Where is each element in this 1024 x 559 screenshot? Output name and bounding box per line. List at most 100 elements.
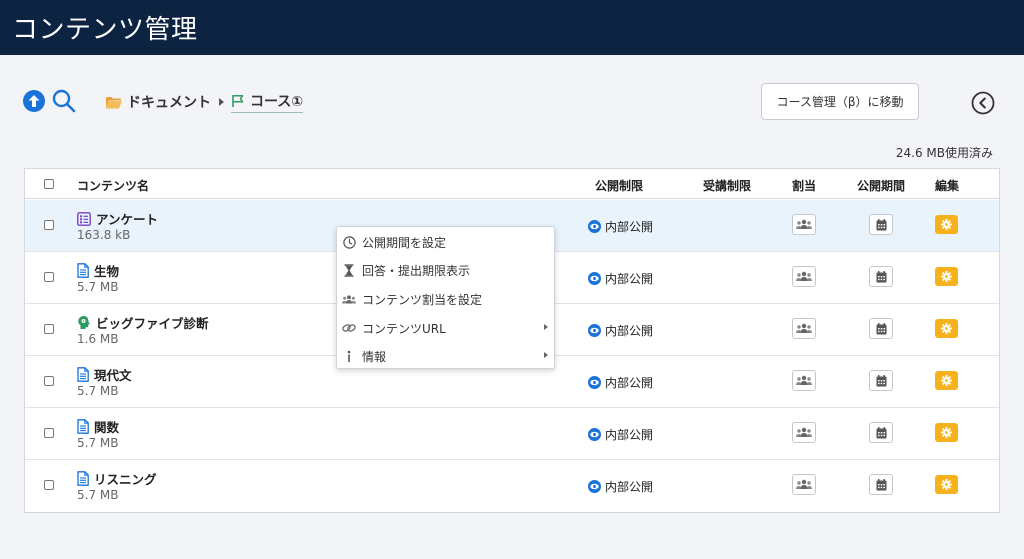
publish-status[interactable]: 内部公開 [588,374,653,391]
app-header: コンテンツ管理 [0,0,1024,55]
period-button[interactable] [869,370,893,391]
storage-usage: 24.6 MB使用済み [895,146,993,160]
breadcrumb-separator-icon [219,98,224,106]
gear-icon [941,219,952,230]
assign-button[interactable] [792,266,816,287]
eye-icon [588,376,601,389]
menu-item-info[interactable]: 情報 [337,342,554,371]
row-checkbox[interactable] [44,324,54,334]
table-row[interactable]: リスニング 5.7 MB 内部公開 [25,460,999,512]
period-button[interactable] [869,474,893,495]
edit-button[interactable] [935,215,958,234]
users-icon [796,479,812,489]
calendar-icon [876,426,886,438]
document-icon [77,471,89,486]
row-checkbox[interactable] [44,480,54,490]
edit-button[interactable] [935,475,958,494]
row-checkbox[interactable] [44,272,54,282]
breadcrumb-item-documents[interactable]: ドキュメント [106,92,211,112]
link-icon [342,321,356,335]
column-header-assign: 割当 [792,179,817,193]
assign-button[interactable] [792,474,816,495]
content-name[interactable]: アンケート [77,209,158,228]
collapse-button[interactable] [971,91,995,115]
search-icon [52,89,76,113]
menu-item-label: コンテンツ割当を設定 [362,292,483,307]
publish-status-label: 内部公開 [605,220,654,234]
content-name-label: アンケート [96,212,159,227]
move-to-course-admin-button[interactable]: コース管理（β）に移動 [761,83,919,120]
upload-button[interactable] [22,89,46,113]
gear-icon [941,323,952,334]
calendar-icon [876,270,886,282]
chevron-left-circle-icon [971,91,995,115]
publish-status-label: 内部公開 [605,272,654,286]
content-size: 1.6 MB [77,332,119,346]
publish-status[interactable]: 内部公開 [588,218,653,235]
publish-status-label: 内部公開 [605,428,654,442]
assign-button[interactable] [792,214,816,235]
publish-status-label: 内部公開 [605,376,654,390]
search-button[interactable] [51,88,77,114]
content-name[interactable]: 関数 [77,417,119,436]
edit-button[interactable] [935,371,958,390]
users-icon [342,292,356,306]
menu-item-set-publish-period[interactable]: 公開期間を設定 [337,228,554,257]
period-button[interactable] [869,214,893,235]
column-header-name[interactable]: コンテンツ名 [77,177,149,194]
content-name[interactable]: 生物 [77,261,119,280]
flag-icon [232,95,244,107]
assign-button[interactable] [792,318,816,339]
column-header-publish[interactable]: 公開制限 [595,177,643,194]
row-checkbox[interactable] [44,220,54,230]
table-row[interactable]: 関数 5.7 MB 内部公開 [25,408,999,460]
menu-item-content-url[interactable]: コンテンツURL [337,314,554,343]
publish-status-label: 内部公開 [605,480,654,494]
period-button[interactable] [869,422,893,443]
row-checkbox[interactable] [44,428,54,438]
content-name[interactable]: ビッグファイブ診断 [77,313,209,332]
document-icon [77,263,89,278]
context-menu: 公開期間を設定 回答・提出期限表示 コンテンツ割当を設定 コンテンツURL 情報 [336,226,555,369]
submenu-arrow-icon [544,323,548,330]
publish-status[interactable]: 内部公開 [588,270,653,287]
breadcrumb-item-course[interactable]: コース① [231,91,304,113]
period-button[interactable] [869,318,893,339]
calendar-icon [876,478,886,490]
breadcrumb: ドキュメント コース① [106,90,304,114]
edit-button[interactable] [935,319,958,338]
folder-icon [106,96,122,108]
content-name-label: 現代文 [94,368,132,383]
publish-status[interactable]: 内部公開 [588,322,653,339]
row-checkbox[interactable] [44,376,54,386]
edit-button[interactable] [935,423,958,442]
column-header-attend[interactable]: 受講制限 [703,177,751,194]
content-name-label: 関数 [94,420,120,435]
menu-item-show-deadline[interactable]: 回答・提出期限表示 [337,257,554,286]
publish-status[interactable]: 内部公開 [588,426,653,443]
content-name[interactable]: 現代文 [77,365,132,384]
table-header: コンテンツ名 公開制限 受講制限 割当 公開期間 編集 [25,169,999,199]
content-name[interactable]: リスニング [77,469,157,488]
content-size: 5.7 MB [77,384,119,398]
calendar-icon [876,218,886,230]
menu-item-label: 公開期間を設定 [362,235,447,250]
eye-icon [588,324,601,337]
users-icon [796,427,812,437]
gear-icon [941,271,952,282]
gear-icon [941,375,952,386]
edit-button[interactable] [935,267,958,286]
breadcrumb-label: ドキュメント [127,95,211,111]
assign-button[interactable] [792,370,816,391]
content-size: 5.7 MB [77,436,119,450]
content-size: 5.7 MB [77,280,119,294]
menu-item-set-assignment[interactable]: コンテンツ割当を設定 [337,285,554,314]
survey-icon [77,211,91,226]
eye-icon [588,480,601,493]
users-icon [796,219,812,229]
hourglass-icon [342,264,356,278]
assign-button[interactable] [792,422,816,443]
publish-status[interactable]: 内部公開 [588,478,653,495]
select-all-checkbox[interactable] [44,179,54,189]
period-button[interactable] [869,266,893,287]
